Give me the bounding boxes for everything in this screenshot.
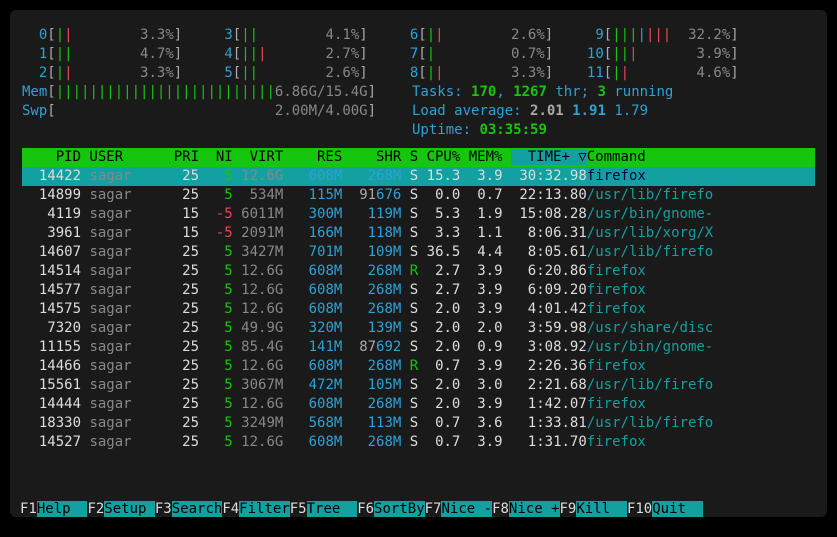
fkey-help[interactable]: Help	[37, 501, 88, 517]
fkey-setup[interactable]: Setup	[104, 501, 155, 517]
fkey-nice +[interactable]: Nice +	[509, 501, 560, 517]
table-row[interactable]: 14607 sagar 25 5 3427M 701M 109M S 36.5 …	[22, 243, 815, 262]
fkey-quit[interactable]: Quit	[652, 501, 703, 517]
table-row[interactable]: 14899 sagar 25 5 534M 115M 91676 S 0.0 0…	[22, 186, 815, 205]
table-row[interactable]: 14514 sagar 25 5 12.6G 608M 268M R 2.7 3…	[22, 262, 815, 281]
cpu-meters: 0[|| 3.3%] 3[|| 4.1%] 6[|| 2.6%] 9[|||||…	[22, 26, 815, 83]
table-row[interactable]: 7320 sagar 25 5 49.9G 320M 139M S 2.0 2.…	[22, 319, 815, 338]
mem-meter: Mem[||||||||||||||||||||||||||6.86G/15.4…	[22, 83, 412, 102]
table-row[interactable]: 14577 sagar 25 5 12.6G 608M 268M S 2.7 3…	[22, 281, 815, 300]
table-row[interactable]: 14422 sagar 25 5 12.6G 608M 268M S 15.3 …	[22, 167, 815, 186]
fkey-search[interactable]: Search	[172, 501, 223, 517]
table-row[interactable]: 14527 sagar 25 5 12.6G 608M 268M S 0.7 3…	[22, 433, 815, 452]
table-row[interactable]: 4119 sagar 15 -5 6011M 300M 119M S 5.3 1…	[22, 205, 815, 224]
swp-meter: Swp[ 2.00M/4.00G]	[22, 102, 412, 121]
table-row[interactable]: 3961 sagar 15 -5 2091M 166M 118M S 3.3 1…	[22, 224, 815, 243]
load-average: Load average: 2.01 1.91 1.79	[412, 102, 815, 121]
fkey-sortby[interactable]: SortBy	[374, 501, 425, 517]
fkey-kill[interactable]: Kill	[576, 501, 627, 517]
table-row[interactable]: 18330 sagar 25 5 3249M 568M 113M S 0.7 3…	[22, 414, 815, 433]
table-row[interactable]: 14466 sagar 25 5 12.6G 608M 268M R 0.7 3…	[22, 357, 815, 376]
htop-terminal: 0[|| 3.3%] 3[|| 4.1%] 6[|| 2.6%] 9[|||||…	[10, 10, 827, 517]
fkey-nice -[interactable]: Nice -	[441, 501, 492, 517]
table-row[interactable]: 14575 sagar 25 5 12.6G 608M 268M S 2.0 3…	[22, 300, 815, 319]
table-row[interactable]: 14444 sagar 25 5 12.6G 608M 268M S 2.0 3…	[22, 395, 815, 414]
table-row[interactable]: 15561 sagar 25 5 3067M 472M 105M S 2.0 3…	[22, 376, 815, 395]
fkey-tree[interactable]: Tree	[307, 501, 358, 517]
tasks-info: Tasks: 170, 1267 thr; 3 running	[412, 83, 815, 102]
column-headers[interactable]: PID USER PRI NI VIRT RES SHR S CPU% MEM%…	[22, 148, 815, 167]
table-row[interactable]: 11155 sagar 25 5 85.4G 141M 87692 S 2.0 …	[22, 338, 815, 357]
process-list[interactable]: 14422 sagar 25 5 12.6G 608M 268M S 15.3 …	[22, 167, 815, 452]
fkey-filter[interactable]: Filter	[239, 501, 290, 517]
uptime: Uptime: 03:35:59	[412, 121, 815, 140]
function-key-bar[interactable]: F1Help F2Setup F3SearchF4FilterF5Tree F6…	[20, 500, 703, 517]
